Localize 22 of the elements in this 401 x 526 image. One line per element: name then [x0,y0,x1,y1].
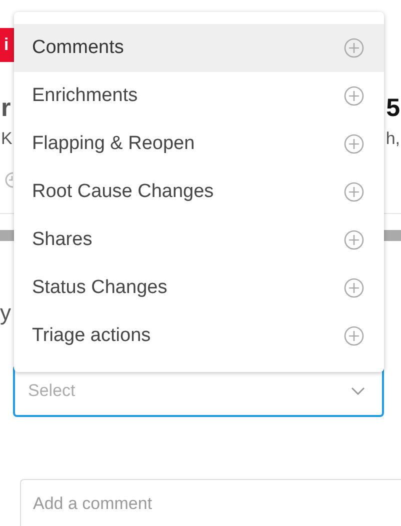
plus-circle-icon [344,182,364,202]
menu-item[interactable]: Enrichments [14,72,384,120]
incident-number: 5 [385,94,401,122]
menu-item[interactable]: Flapping & Reopen [14,120,384,168]
subtitle-text: K [0,129,14,149]
chevron-down-icon [351,387,365,395]
menu-item[interactable]: Triage actions [14,312,384,360]
menu-item[interactable]: Shares [14,216,384,264]
status-badge: i [0,28,14,62]
plus-circle-icon [344,326,364,346]
menu-item[interactable]: Status Changes [14,264,384,312]
incident-title: r [0,94,12,122]
plus-circle-icon [344,134,364,154]
plus-circle-icon [344,38,364,58]
plus-circle-icon [344,86,364,106]
subtitle-text: h, [384,129,401,149]
field-label: y [0,300,11,326]
menu-item[interactable]: Root Cause Changes [14,168,384,216]
menu-item[interactable]: Comments [14,24,384,72]
plus-circle-icon [344,278,364,298]
clock-icon [4,172,13,188]
plus-circle-icon [344,230,364,250]
